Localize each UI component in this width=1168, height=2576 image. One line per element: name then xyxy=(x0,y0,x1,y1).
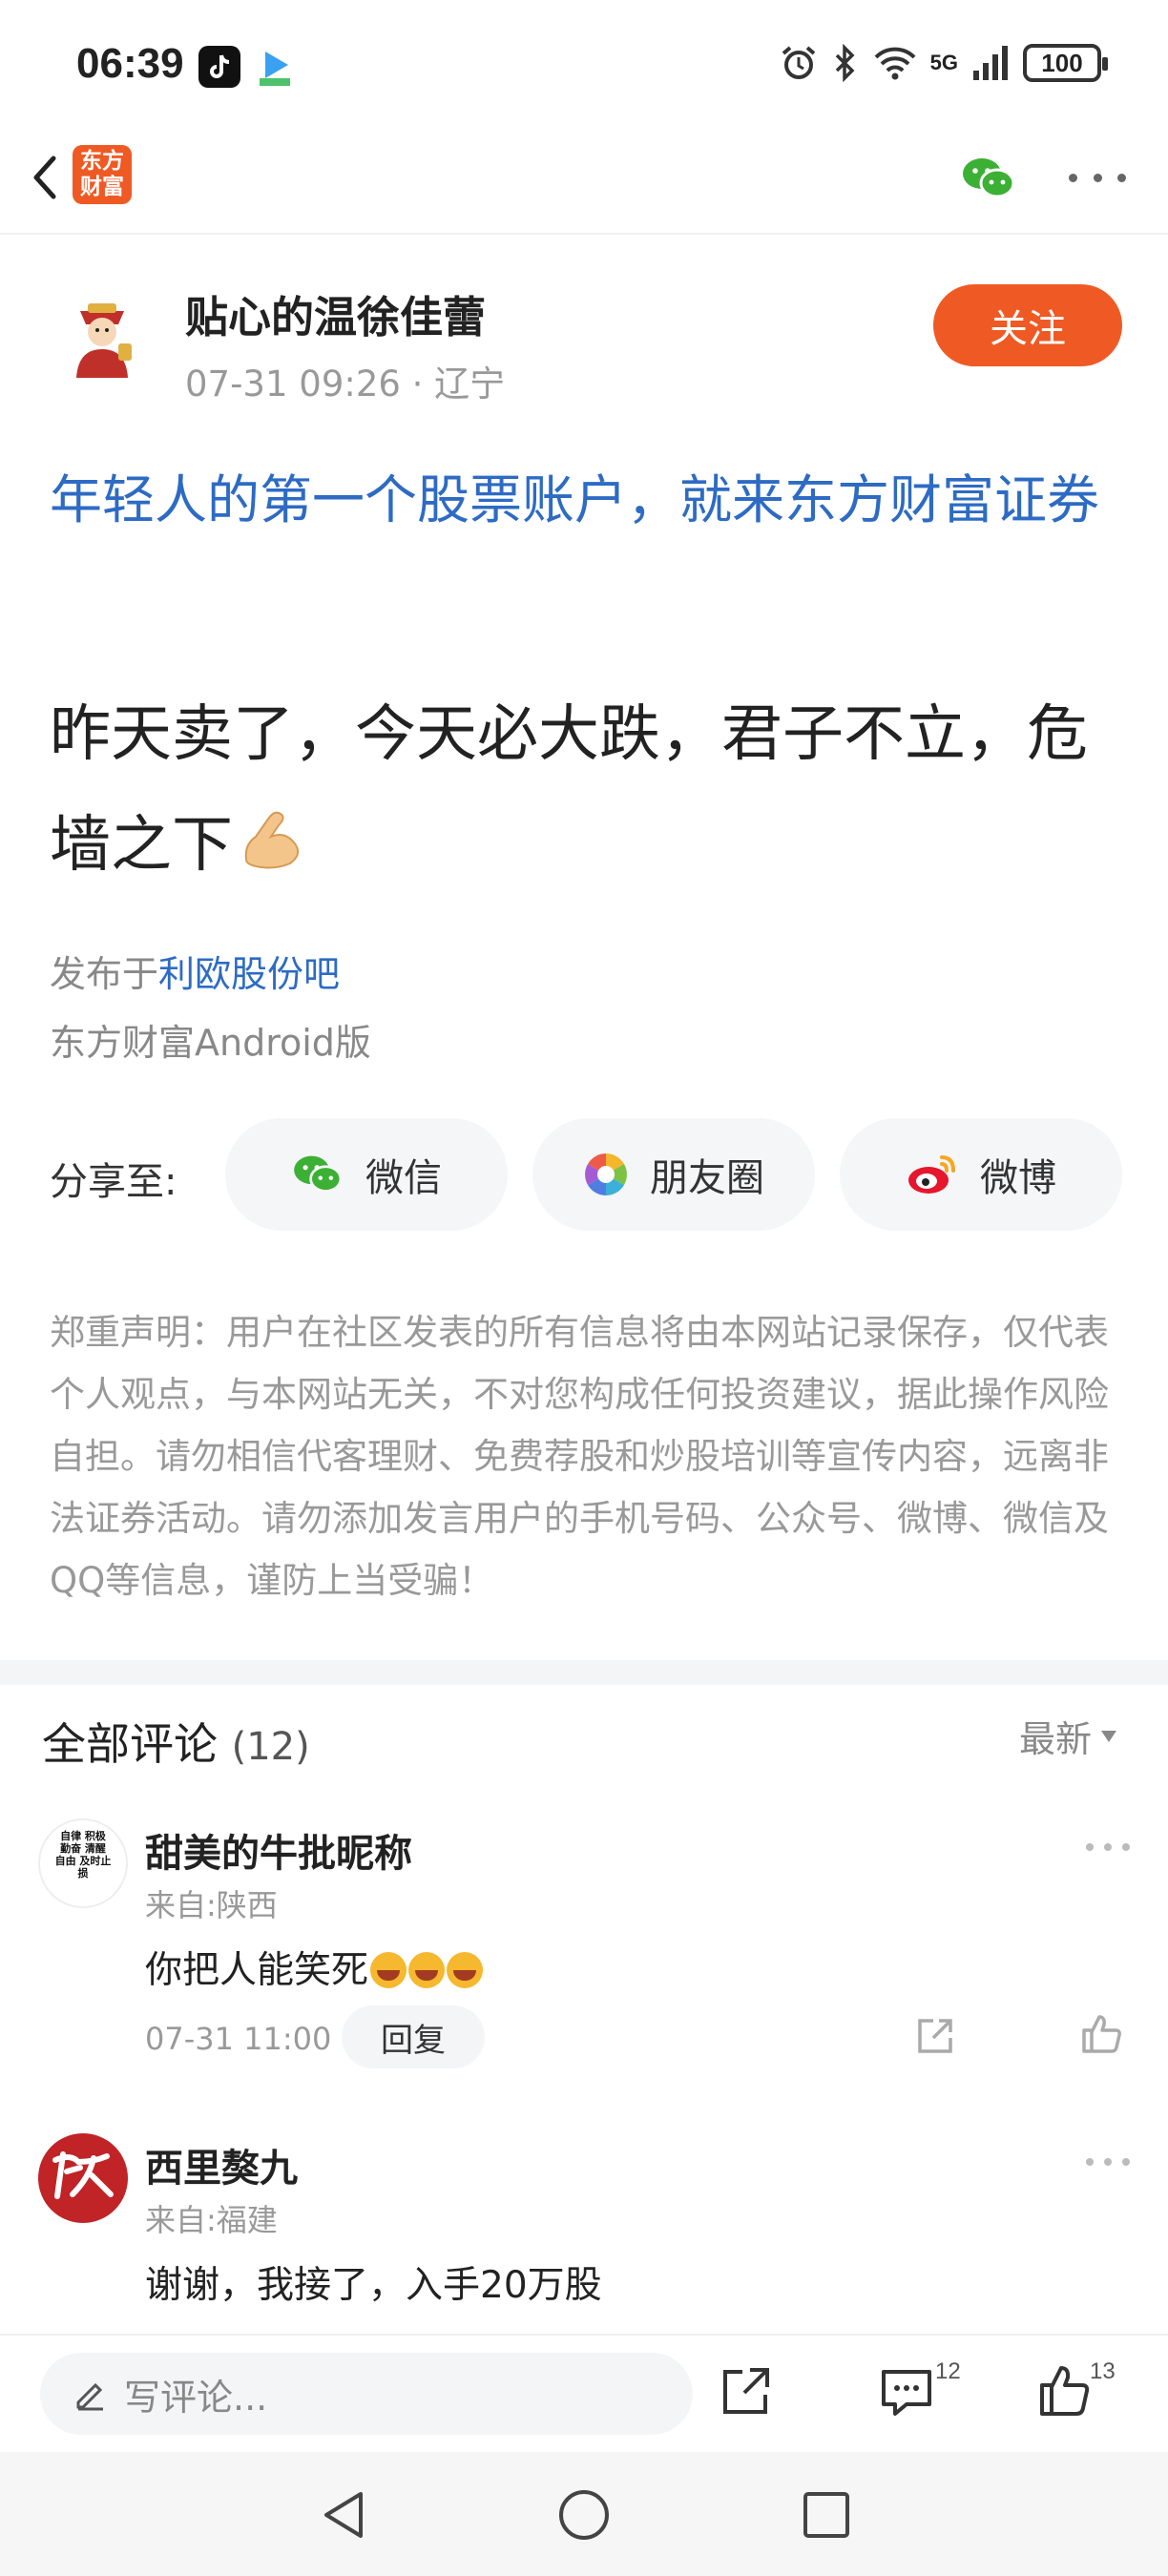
share-wechat-label: 微信 xyxy=(365,1156,442,1200)
comments-count: (12) xyxy=(231,1725,310,1769)
author-avatar[interactable] xyxy=(59,292,145,378)
share-moments-label: 朋友圈 xyxy=(650,1156,764,1200)
comment-input-placeholder: 写评论... xyxy=(124,2376,268,2419)
avatar-motto-text: 自律 积极 勤奋 清醒 自由 及时止损 xyxy=(54,1830,112,1880)
share-icon[interactable] xyxy=(912,2013,958,2059)
wifi-icon xyxy=(874,47,916,80)
comments-title: 全部评论 (12) xyxy=(42,1710,310,1773)
share-wechat-button[interactable]: 微信 xyxy=(225,1118,508,1231)
weibo-icon xyxy=(908,1155,955,1194)
battery-icon: 100 xyxy=(1023,44,1108,82)
comment-avatar[interactable]: 自律 积极 勤奋 清醒 自由 及时止损 xyxy=(38,1818,128,1908)
nav-back-icon[interactable] xyxy=(315,2486,372,2544)
like-count: 13 xyxy=(1090,2358,1116,2384)
post-text: 昨天卖了，今天必大跌，君子不立，危墙之下 xyxy=(50,699,1088,881)
more-options-icon[interactable] xyxy=(1069,156,1126,198)
system-navigation-bar xyxy=(0,2452,1168,2576)
client-info: 东方财富Android版 xyxy=(50,1022,371,1064)
comment-avatar[interactable] xyxy=(38,2133,128,2223)
comment-location: 来自:福建 xyxy=(145,2202,278,2238)
video-app-icon xyxy=(254,46,296,88)
alarm-icon xyxy=(782,46,815,79)
status-bar: 06:39 5G 100 xyxy=(0,0,1168,134)
comment-text-body: 你把人能笑死 xyxy=(145,1949,369,1992)
pencil-icon xyxy=(76,2382,103,2411)
status-icons: 5G 100 xyxy=(780,44,1108,82)
comment-input[interactable]: 写评论... xyxy=(40,2353,693,2435)
share-icon[interactable] xyxy=(718,2362,775,2420)
posted-in-label: 发布于 xyxy=(50,953,159,995)
share-weibo-button[interactable]: 微博 xyxy=(840,1118,1122,1231)
comment-more-icon[interactable] xyxy=(1086,2154,1130,2170)
back-icon[interactable] xyxy=(21,151,74,204)
comment-location: 来自:陕西 xyxy=(145,1887,278,1923)
top-nav: 东方财富 xyxy=(0,134,1168,235)
nav-recents-icon[interactable] xyxy=(798,2486,855,2544)
comment-icon[interactable] xyxy=(878,2362,935,2420)
comment-text: 你把人能笑死 xyxy=(145,1941,484,1994)
status-time: 06:39 xyxy=(76,40,184,87)
author-name[interactable]: 贴心的温徐佳蕾 xyxy=(185,282,486,344)
calligraphy-avatar-icon xyxy=(52,2151,114,2199)
post-meta: 07-31 09:26 · 辽宁 xyxy=(185,364,506,405)
section-divider xyxy=(0,1660,1168,1685)
laughing-emoji-icon xyxy=(370,1952,407,1988)
thumbs-up-icon[interactable] xyxy=(1078,2011,1124,2057)
sort-dropdown[interactable]: 最新 xyxy=(1019,1710,1117,1762)
laughing-emoji-icon xyxy=(447,1952,484,1988)
app-logo[interactable]: 东方财富 xyxy=(73,145,132,204)
signal-icon xyxy=(973,46,1008,80)
stock-bar-link[interactable]: 利欧股份吧 xyxy=(158,953,340,995)
bluetooth-icon xyxy=(835,44,855,82)
share-label: 分享至: xyxy=(50,1160,177,1204)
comment-more-icon[interactable] xyxy=(1086,1839,1130,1855)
wechat-icon xyxy=(294,1155,343,1193)
comment-author[interactable]: 西里獒九 xyxy=(145,2137,298,2192)
wechat-share-icon[interactable] xyxy=(960,155,1017,202)
comments-title-label: 全部评论 xyxy=(42,1718,218,1770)
reply-button[interactable]: 回复 xyxy=(342,2005,485,2068)
comment-text: 谢谢，我接了，入手20万股 xyxy=(145,2264,602,2307)
moments-icon xyxy=(585,1153,627,1195)
thumbs-up-icon[interactable] xyxy=(1036,2362,1094,2420)
flexed-biceps-icon xyxy=(244,811,300,869)
bottom-action-bar: 写评论... 12 13 xyxy=(0,2334,1168,2452)
follow-button[interactable]: 关注 xyxy=(933,284,1122,366)
network-type: 5G xyxy=(929,51,958,74)
nav-home-icon[interactable] xyxy=(555,2486,613,2544)
disclaimer: 郑重声明：用户在社区发表的所有信息将由本网站记录保存，仅代表个人观点，与本网站无… xyxy=(50,1312,1109,1601)
posted-in: 发布于利欧股份吧 xyxy=(50,945,340,997)
sort-label: 最新 xyxy=(1019,1718,1093,1760)
caret-down-icon xyxy=(1101,1730,1117,1742)
comment-author[interactable]: 甜美的牛批昵称 xyxy=(145,1822,412,1878)
laughing-emoji-icon xyxy=(408,1952,446,1988)
comment-time: 07-31 11:00 xyxy=(145,2021,332,2057)
promo-link[interactable]: 年轻人的第一个股票账户，就来东方财富证券 xyxy=(50,458,1128,542)
tiktok-icon xyxy=(198,46,240,88)
post-body: 昨天卖了，今天必大跌，君子不立，危墙之下 xyxy=(50,679,1128,901)
comment-count: 12 xyxy=(935,2358,961,2384)
share-weibo-label: 微博 xyxy=(980,1156,1056,1200)
share-moments-button[interactable]: 朋友圈 xyxy=(532,1118,815,1231)
